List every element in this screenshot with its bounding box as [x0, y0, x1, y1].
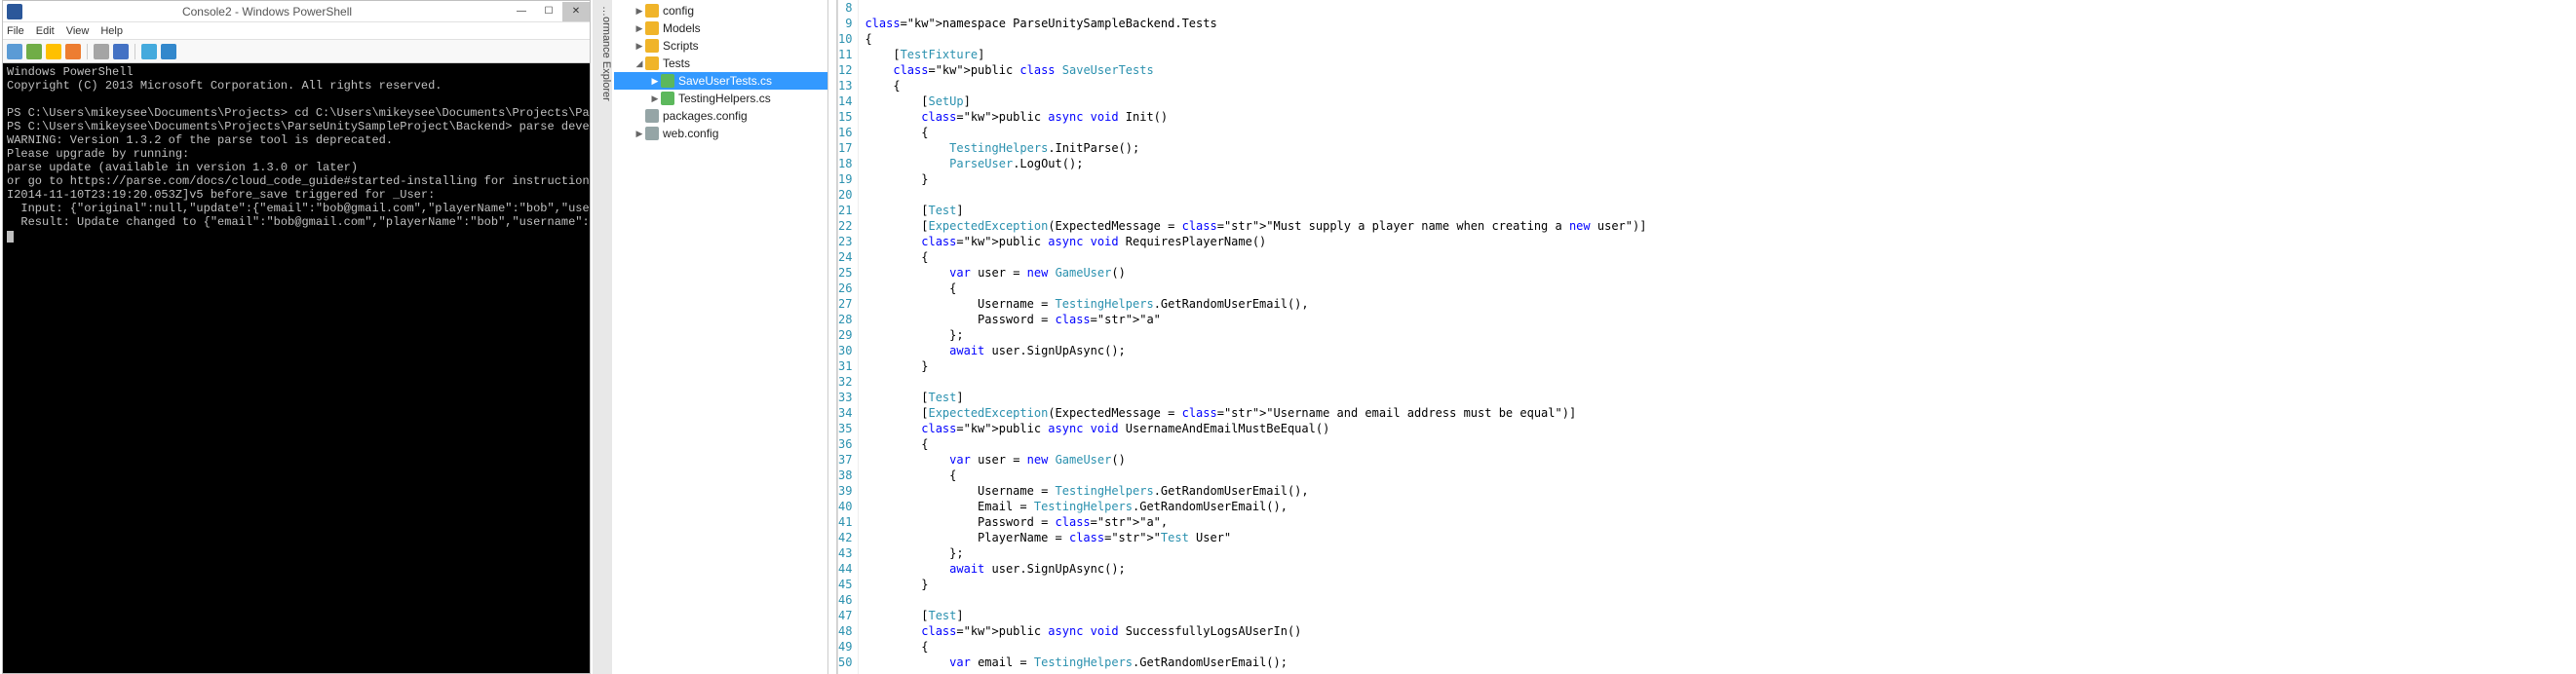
settings-icon[interactable]: [94, 44, 109, 59]
folder-icon: [645, 39, 659, 53]
tree-label: Models: [663, 21, 701, 35]
menu-edit[interactable]: Edit: [36, 25, 55, 37]
tree-folder-tests[interactable]: ◢Tests: [614, 55, 827, 72]
tree-file-saveusertests[interactable]: ▶SaveUserTests.cs: [614, 72, 827, 90]
about-icon[interactable]: [161, 44, 176, 59]
help-icon[interactable]: [141, 44, 157, 59]
line-number-gutter: 8910111213141516171819202122232425262728…: [838, 0, 859, 674]
window-title: Console2 - Windows PowerShell: [26, 5, 508, 19]
tree-label: web.config: [663, 127, 718, 140]
tree-file-packages-config[interactable]: packages.config: [614, 107, 827, 125]
config-file-icon: [645, 127, 659, 140]
fullscreen-icon[interactable]: [113, 44, 129, 59]
folder-icon: [645, 4, 659, 18]
paste-icon[interactable]: [46, 44, 61, 59]
tree-label: packages.config: [663, 109, 748, 123]
folder-icon: [645, 21, 659, 35]
tree-file-web-config[interactable]: ▶web.config: [614, 125, 827, 142]
app-icon: [7, 4, 22, 19]
close-button[interactable]: ✕: [562, 2, 590, 21]
maximize-button[interactable]: ☐: [535, 2, 562, 21]
csharp-file-icon: [661, 74, 674, 88]
tree-label: Tests: [663, 56, 690, 70]
terminal-output[interactable]: Windows PowerShell Copyright (C) 2013 Mi…: [3, 63, 590, 673]
code-area[interactable]: class="kw">namespace ParseUnitySampleBac…: [859, 0, 1646, 674]
console-window: Console2 - Windows PowerShell — ☐ ✕ File…: [2, 0, 591, 674]
menubar: File Edit View Help: [3, 22, 590, 40]
minimize-button[interactable]: —: [508, 2, 535, 21]
tree-label: Scripts: [663, 39, 699, 53]
menu-view[interactable]: View: [66, 25, 90, 37]
code-editor[interactable]: 8910111213141516171819202122232425262728…: [836, 0, 1528, 674]
toolbar-separator: [87, 44, 88, 59]
console-toolbar: [3, 40, 590, 63]
tree-label: SaveUserTests.cs: [678, 74, 772, 88]
performance-explorer-tab[interactable]: …ormance Explorer: [593, 0, 612, 674]
tree-folder-models[interactable]: ▶Models: [614, 19, 827, 37]
copy-icon[interactable]: [26, 44, 42, 59]
config-file-icon: [645, 109, 659, 123]
tree-folder-config[interactable]: ▶config: [614, 2, 827, 19]
solution-explorer: ▶config ▶Models ▶Scripts ◢Tests ▶SaveUse…: [614, 0, 828, 674]
rename-icon[interactable]: [65, 44, 81, 59]
menu-help[interactable]: Help: [100, 25, 123, 37]
folder-icon: [645, 56, 659, 70]
new-tab-icon[interactable]: [7, 44, 22, 59]
tree-label: config: [663, 4, 694, 18]
menu-file[interactable]: File: [7, 25, 24, 37]
tree-folder-scripts[interactable]: ▶Scripts: [614, 37, 827, 55]
csharp-file-icon: [661, 92, 674, 105]
tree-file-testinghelpers[interactable]: ▶TestingHelpers.cs: [614, 90, 827, 107]
titlebar[interactable]: Console2 - Windows PowerShell — ☐ ✕: [3, 1, 590, 22]
tree-label: TestingHelpers.cs: [678, 92, 771, 105]
